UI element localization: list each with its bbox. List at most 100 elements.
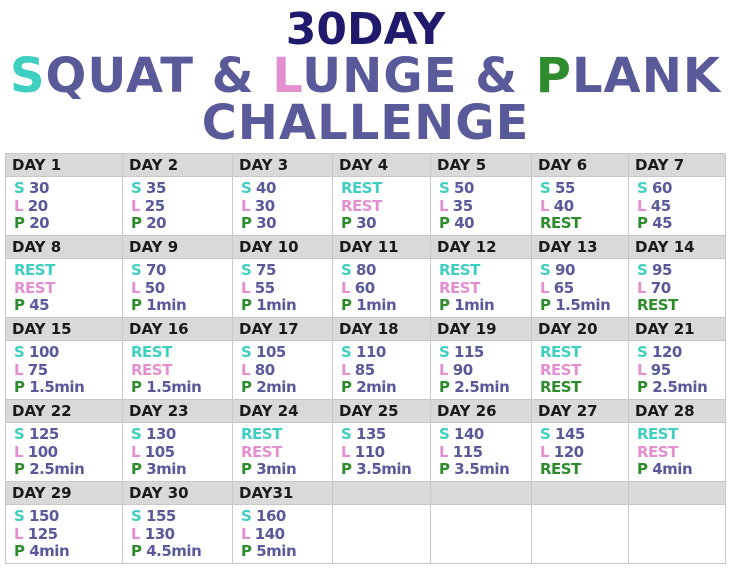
day-s-line: S 105 [241, 343, 332, 362]
s-letter: S [439, 343, 450, 361]
day-cell: S 155 L 130 P 4.5min [123, 505, 233, 564]
day-p-line: P 2min [341, 378, 430, 397]
day-l-line: L 30 [241, 197, 332, 216]
day-header: DAY 24 [233, 400, 333, 423]
day-header: DAY 13 [532, 236, 629, 259]
day-l-line: L 60 [341, 278, 430, 298]
s-value: 105 [256, 343, 286, 361]
day-cell: S 50 L 35 P 40 [431, 177, 532, 236]
day-l-line: L 80 [241, 360, 332, 380]
s-value: 115 [454, 343, 484, 361]
l-letter: L [131, 196, 141, 215]
s-rest-text: REST [637, 425, 678, 443]
empty-day-cell [431, 505, 532, 564]
day-cell: S 35 L 25 P 20 [123, 177, 233, 236]
day-p-line: REST [637, 296, 725, 315]
day-s-line: S 140 [439, 425, 531, 444]
p-letter: P [14, 214, 25, 232]
day-p-line: P 4min [14, 542, 122, 561]
l-letter: L [241, 360, 251, 379]
day-cell: S 140 L 115 P 3.5min [431, 423, 532, 482]
day-p-line: P 1min [439, 296, 531, 315]
day-p-line: P 20 [14, 214, 122, 233]
s-value: 130 [146, 425, 176, 443]
p-letter: P [439, 214, 450, 232]
day-p-line: P 1min [341, 296, 430, 315]
day-header: DAY 12 [431, 236, 532, 259]
day-p-line: REST [540, 214, 628, 233]
s-value: 30 [29, 179, 49, 197]
s-value: 50 [454, 179, 474, 197]
title-plank-rest: LANK [571, 48, 722, 104]
s-value: 75 [256, 261, 276, 279]
s-rest-text: REST [241, 425, 282, 443]
l-letter: L [14, 196, 24, 215]
s-letter: S [131, 425, 142, 443]
day-s-line: S 70 [131, 261, 232, 280]
s-value: 160 [256, 507, 286, 525]
l-value: 65 [553, 278, 574, 297]
l-letter: L [439, 196, 449, 215]
s-value: 80 [356, 261, 376, 279]
l-value: 130 [144, 524, 175, 543]
day-s-line: S 95 [637, 261, 725, 280]
day-s-line: REST [131, 343, 232, 362]
p-letter: P [540, 296, 551, 314]
day-cell: S 30 L 20 P 20 [6, 177, 123, 236]
l-value: 20 [27, 196, 48, 215]
day-s-line: S 40 [241, 179, 332, 198]
p-letter: P [131, 460, 142, 478]
l-value: 125 [27, 524, 58, 543]
day-p-line: P 1.5min [131, 378, 232, 397]
day-cell: S 70 L 50 P 1min [123, 259, 233, 318]
title-squat-initial: S [9, 48, 46, 104]
s-letter: S [241, 343, 252, 361]
p-letter: P [241, 460, 252, 478]
day-header: DAY 15 [6, 318, 123, 341]
day-s-line: REST [439, 261, 531, 280]
l-letter: L [341, 442, 351, 461]
p-letter: P [439, 296, 450, 314]
p-letter: P [14, 460, 25, 478]
p-rest-text: REST [540, 378, 581, 396]
day-s-line: S 35 [131, 179, 232, 198]
l-rest-text: REST [540, 360, 581, 379]
day-s-line: S 145 [540, 425, 628, 444]
day-l-line: L 85 [341, 360, 430, 380]
p-letter: P [439, 460, 450, 478]
day-header: DAY 16 [123, 318, 233, 341]
l-value: 140 [254, 524, 285, 543]
p-value: 4min [29, 542, 70, 560]
day-l-line: REST [131, 361, 232, 380]
day-header: DAY 4 [333, 154, 431, 177]
l-value: 55 [254, 278, 275, 297]
day-cell: S 95 L 70 REST [629, 259, 726, 318]
day-p-line: P 45 [14, 296, 122, 315]
s-rest-text: REST [439, 261, 480, 279]
day-header: DAY 7 [629, 154, 726, 177]
day-cell: S 80 L 60 P 1min [333, 259, 431, 318]
day-p-line: P 2.5min [14, 460, 122, 479]
day-p-line: P 3min [131, 460, 232, 479]
p-value: 30 [356, 214, 377, 232]
day-s-line: S 110 [341, 343, 430, 362]
l-value: 85 [354, 360, 375, 379]
l-letter: L [341, 278, 351, 297]
l-value: 60 [354, 278, 375, 297]
day-l-line: L 40 [540, 197, 628, 216]
p-value: 2.5min [652, 378, 708, 396]
p-letter: P [131, 542, 142, 560]
s-rest-text: REST [131, 343, 172, 361]
p-value: 1.5min [555, 296, 611, 314]
s-letter: S [637, 179, 648, 197]
l-rest-text: REST [439, 278, 480, 297]
day-p-line: P 1min [241, 296, 332, 315]
day-p-line: REST [540, 378, 628, 397]
day-s-line: REST [14, 261, 122, 280]
day-s-line: REST [341, 179, 430, 198]
p-letter: P [14, 542, 25, 560]
p-letter: P [14, 296, 25, 314]
p-letter: P [131, 378, 142, 396]
day-s-line: S 135 [341, 425, 430, 444]
day-cell: S 100 L 75 P 1.5min [6, 341, 123, 400]
